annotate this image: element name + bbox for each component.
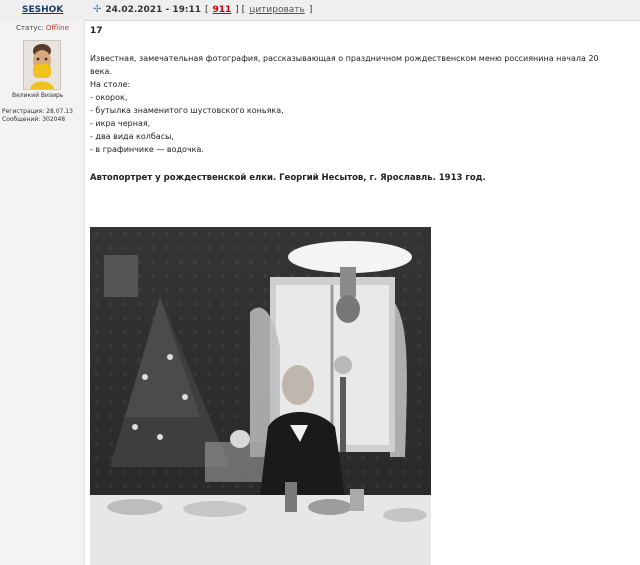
avatar[interactable] [23,40,61,90]
post-body: Известная, замечательная фотография, рас… [90,52,630,156]
author-rank: Великий Визирь [12,92,64,99]
author-stats: Регистрация: 28.07.13 Сообщений: 302048 [2,108,73,124]
message-count: Сообщений: 302048 [2,116,66,123]
registration-date: Регистрация: 28.07.13 [2,108,73,115]
post-anchor-icon[interactable]: ✢ [93,4,101,15]
post-text-line: - икра черная, [90,119,151,128]
post-text-line: - в графинчике — водочка. [90,145,204,154]
status-value: Offline [45,24,69,32]
quote-link[interactable]: цитировать [249,5,305,15]
forum-post: SESHOK ✢ 24.02.2021 - 19:11 [ 911 ] [ ци… [0,0,640,565]
bracket-open: [ [204,4,209,15]
author-username-link[interactable]: SESHOK [22,5,63,15]
bracket-separator: ] [ [235,4,246,15]
post-text-line: века. [90,67,112,76]
post-text-line: - два вида колбасы, [90,132,174,141]
avatar-image [24,41,60,89]
status-label: Статус: [16,24,44,32]
photo-image [90,227,431,565]
post-photo[interactable] [90,227,431,565]
post-text-line: На столе: [90,80,131,89]
post-number: 17 [90,26,103,36]
photo-caption: Автопортрет у рождественской елки. Георг… [90,173,486,183]
post-text-line: Известная, замечательная фотография, рас… [90,54,599,63]
bracket-close: ] [308,4,313,15]
author-sidebar [0,20,85,565]
post-text-line: - окорок, [90,93,128,102]
post-text-line: - бутылка знаменитого шустовского коньяк… [90,106,284,115]
post-number-link[interactable]: 911 [213,5,232,15]
post-meta: ✢ 24.02.2021 - 19:11 [ 911 ] [ цитироват… [93,4,312,15]
post-datetime: 24.02.2021 - 19:11 [105,4,201,15]
author-status: Статус: Offline [16,24,69,32]
